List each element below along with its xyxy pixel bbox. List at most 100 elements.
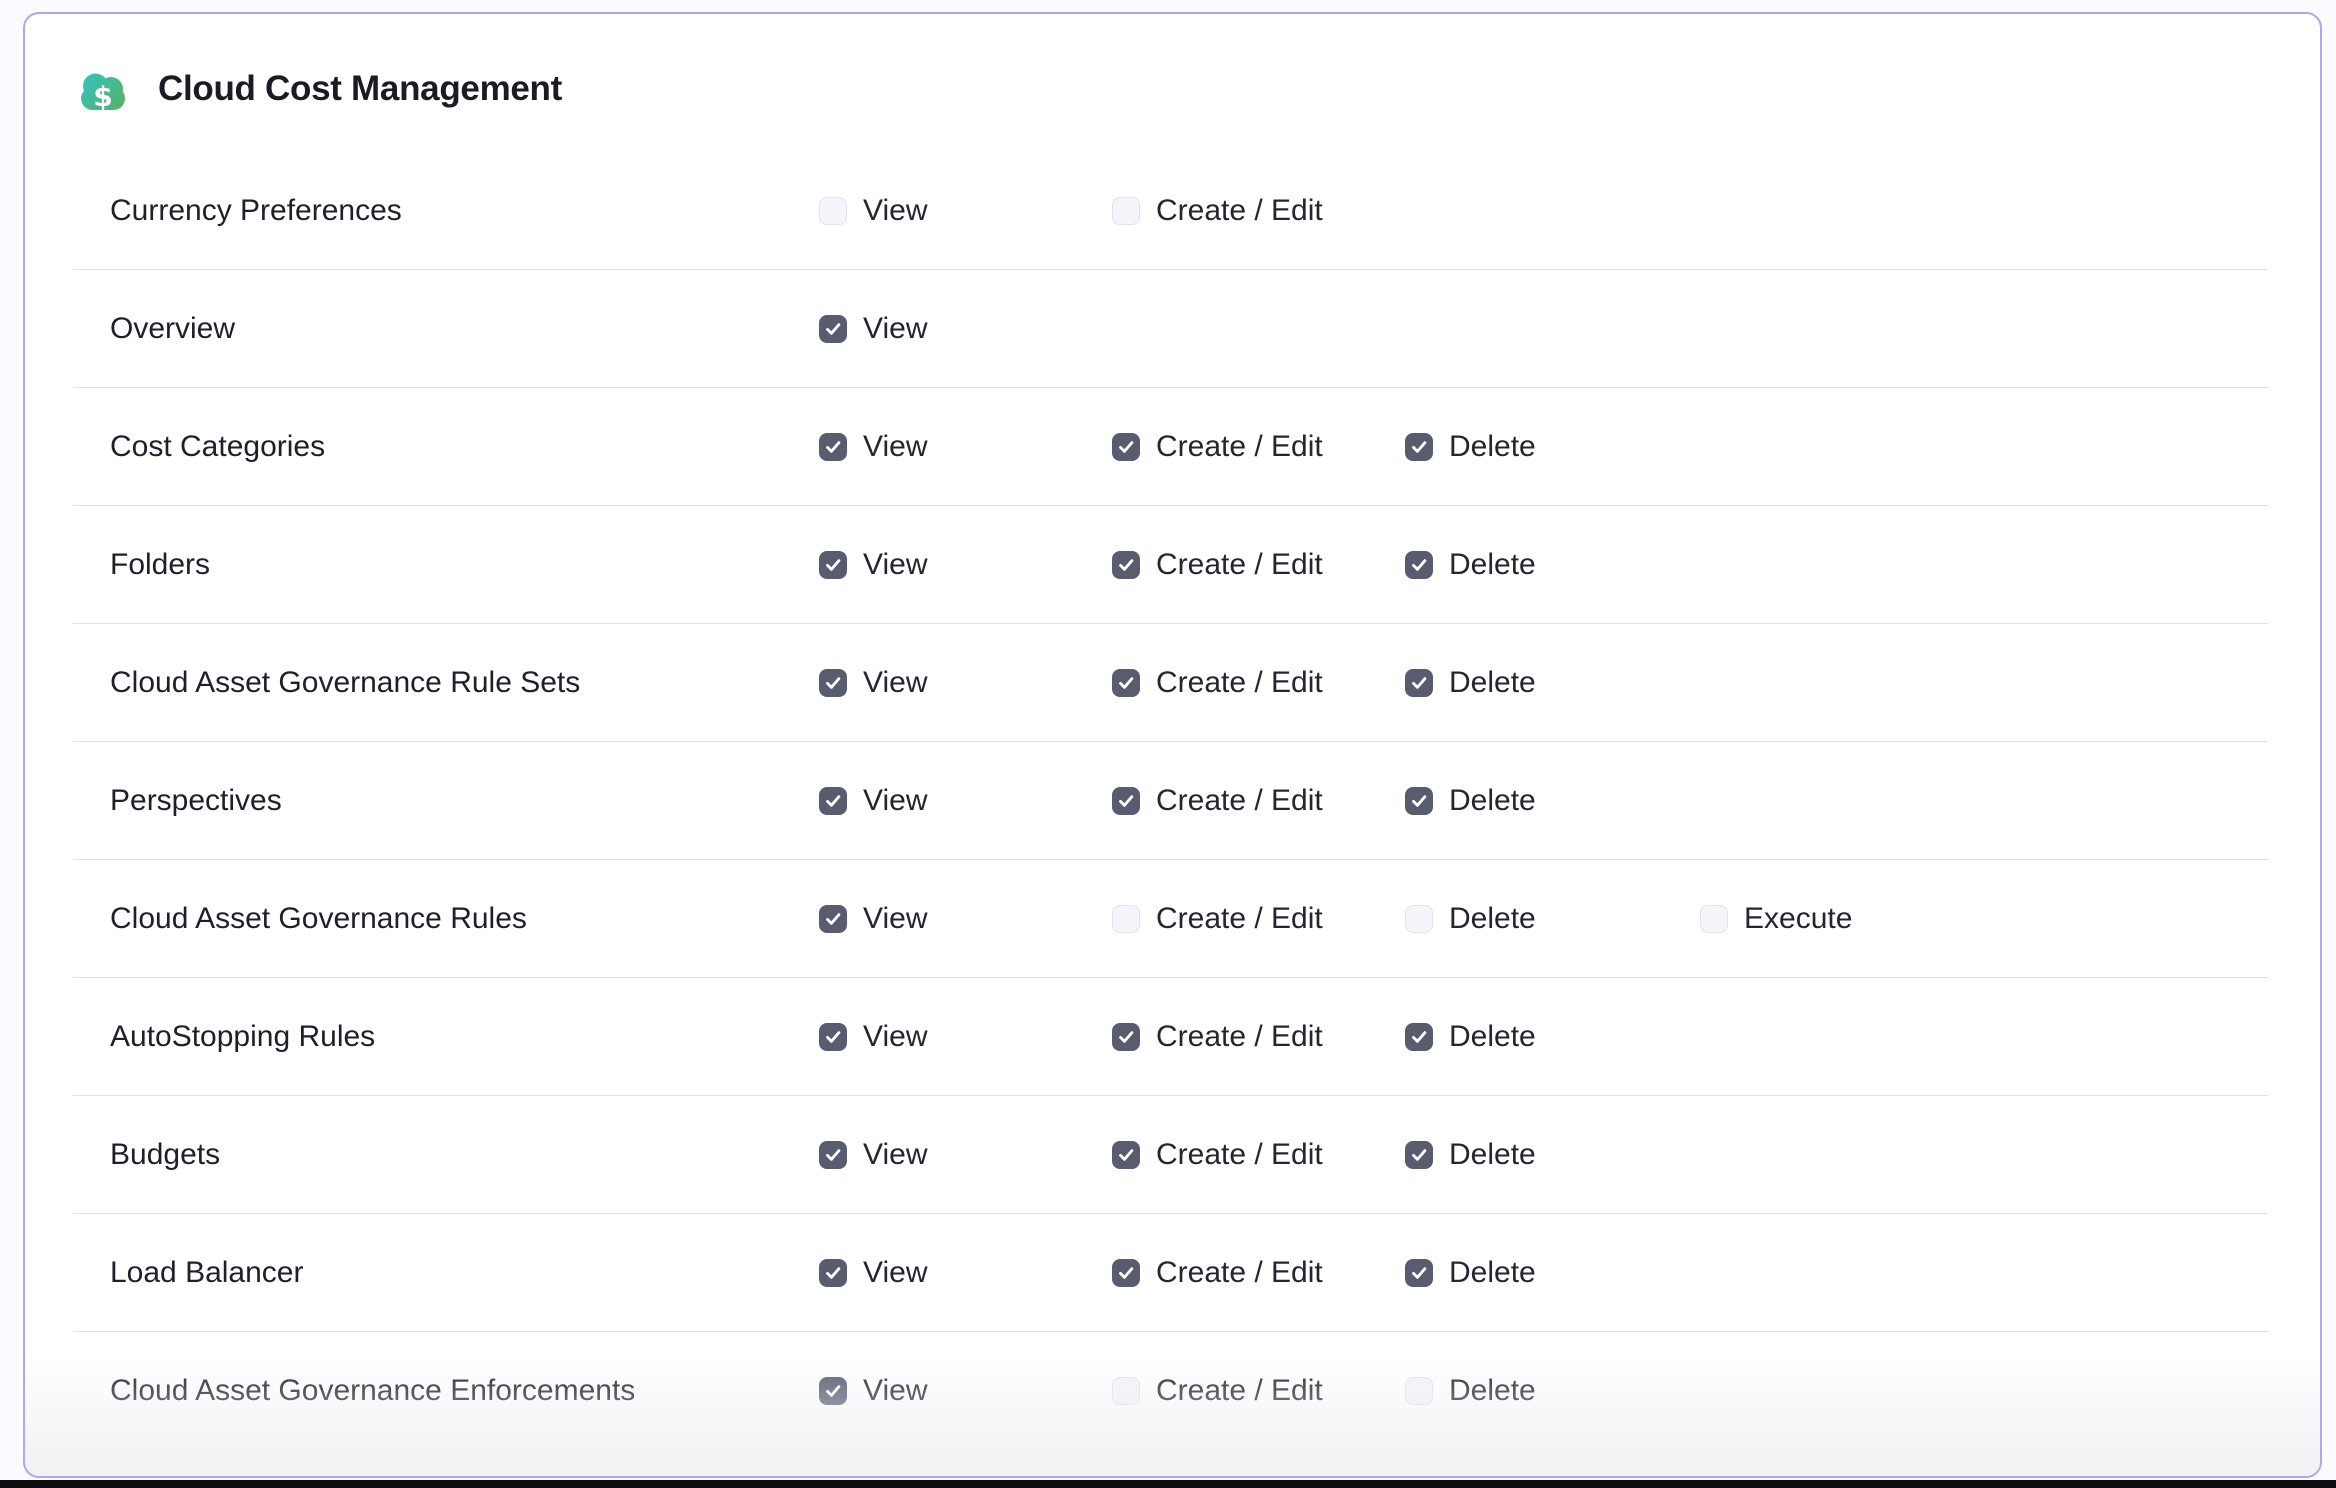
permission-toggle-create-edit[interactable]: Create / Edit: [1112, 1256, 1323, 1290]
checkmark-icon: [1115, 436, 1137, 458]
checkbox[interactable]: [819, 905, 847, 933]
checkbox[interactable]: [819, 433, 847, 461]
checkbox[interactable]: [1405, 551, 1433, 579]
permission-toggle-create-edit[interactable]: Create / Edit: [1112, 430, 1323, 464]
permission-toggle-view[interactable]: View: [819, 1138, 927, 1172]
permission-toggle-delete[interactable]: Delete: [1405, 784, 1536, 818]
checkmark-icon: [822, 908, 844, 930]
checkbox[interactable]: [1405, 433, 1433, 461]
resource-name: Currency Preferences: [110, 194, 402, 228]
checkbox[interactable]: [1112, 905, 1140, 933]
resource-name: Folders: [110, 548, 210, 582]
permission-label: Delete: [1449, 1020, 1536, 1054]
checkmark-icon: [1408, 790, 1430, 812]
checkbox[interactable]: [1405, 669, 1433, 697]
cloud-dollar-icon: $: [76, 66, 130, 112]
checkbox[interactable]: [819, 1141, 847, 1169]
permission-toggle-view[interactable]: View: [819, 1020, 927, 1054]
checkbox[interactable]: [819, 1023, 847, 1051]
permission-row: AutoStopping Rules View Create / Edit De…: [73, 978, 2268, 1096]
screen-bottom-edge: [0, 1480, 2336, 1488]
permission-toggle-delete[interactable]: Delete: [1405, 1020, 1536, 1054]
checkbox[interactable]: [1700, 905, 1728, 933]
checkmark-icon: [822, 1380, 844, 1402]
permission-toggle-delete[interactable]: Delete: [1405, 902, 1536, 936]
permission-toggle-view[interactable]: View: [819, 548, 927, 582]
checkbox[interactable]: [1405, 1377, 1433, 1405]
permission-toggle-view[interactable]: View: [819, 430, 927, 464]
permission-row: Cloud Asset Governance Rules View Create…: [73, 860, 2268, 978]
checkbox[interactable]: [819, 197, 847, 225]
permission-toggle-view[interactable]: View: [819, 1256, 927, 1290]
permission-row: Cloud Asset Governance Rule Sets View Cr…: [73, 624, 2268, 742]
checkbox[interactable]: [1405, 905, 1433, 933]
permission-label: Delete: [1449, 1138, 1536, 1172]
checkbox[interactable]: [819, 315, 847, 343]
permission-toggle-view[interactable]: View: [819, 312, 927, 346]
panel-header: $ Cloud Cost Management: [76, 66, 562, 112]
permission-label: View: [863, 312, 927, 346]
permission-toggle-create-edit[interactable]: Create / Edit: [1112, 194, 1323, 228]
permission-toggle-view[interactable]: View: [819, 194, 927, 228]
permission-toggle-delete[interactable]: Delete: [1405, 430, 1536, 464]
checkbox[interactable]: [819, 669, 847, 697]
permission-toggle-view[interactable]: View: [819, 1374, 927, 1408]
checkbox[interactable]: [1405, 787, 1433, 815]
checkmark-icon: [1115, 790, 1137, 812]
checkbox[interactable]: [1112, 433, 1140, 461]
checkbox[interactable]: [1112, 669, 1140, 697]
permission-toggle-view[interactable]: View: [819, 902, 927, 936]
permission-toggle-create-edit[interactable]: Create / Edit: [1112, 548, 1323, 582]
resource-name: Overview: [110, 312, 235, 346]
permission-label: Delete: [1449, 548, 1536, 582]
permission-toggle-create-edit[interactable]: Create / Edit: [1112, 1374, 1323, 1408]
permission-toggle-create-edit[interactable]: Create / Edit: [1112, 1020, 1323, 1054]
permission-toggle-view[interactable]: View: [819, 784, 927, 818]
checkbox[interactable]: [1405, 1023, 1433, 1051]
permission-toggle-create-edit[interactable]: Create / Edit: [1112, 902, 1323, 936]
checkbox[interactable]: [1112, 197, 1140, 225]
checkbox[interactable]: [1112, 787, 1140, 815]
permission-label: View: [863, 1374, 927, 1408]
permission-label: Create / Edit: [1156, 1374, 1323, 1408]
checkbox[interactable]: [1112, 1259, 1140, 1287]
checkmark-icon: [822, 318, 844, 340]
checkmark-icon: [822, 1144, 844, 1166]
permission-toggle-view[interactable]: View: [819, 666, 927, 700]
resource-name: Cloud Asset Governance Rule Sets: [110, 666, 580, 700]
checkbox[interactable]: [1405, 1141, 1433, 1169]
permission-toggle-create-edit[interactable]: Create / Edit: [1112, 1138, 1323, 1172]
permission-toggle-delete[interactable]: Delete: [1405, 1138, 1536, 1172]
permission-label: Create / Edit: [1156, 430, 1323, 464]
checkmark-icon: [1408, 1262, 1430, 1284]
checkbox[interactable]: [1112, 1141, 1140, 1169]
checkmark-icon: [822, 1026, 844, 1048]
permission-toggle-delete[interactable]: Delete: [1405, 666, 1536, 700]
permission-row: Perspectives View Create / Edit Delete: [73, 742, 2268, 860]
permission-label: View: [863, 784, 927, 818]
permission-label: Delete: [1449, 430, 1536, 464]
resource-name: Budgets: [110, 1138, 220, 1172]
permission-toggle-delete[interactable]: Delete: [1405, 1374, 1536, 1408]
checkbox[interactable]: [819, 1377, 847, 1405]
checkmark-icon: [1408, 672, 1430, 694]
checkbox[interactable]: [819, 787, 847, 815]
checkbox[interactable]: [1112, 1377, 1140, 1405]
permission-label: Delete: [1449, 1374, 1536, 1408]
permission-toggle-execute[interactable]: Execute: [1700, 902, 1852, 936]
checkbox[interactable]: [1405, 1259, 1433, 1287]
permission-toggle-delete[interactable]: Delete: [1405, 1256, 1536, 1290]
resource-name: Cloud Asset Governance Enforcements: [110, 1374, 635, 1408]
permission-toggle-delete[interactable]: Delete: [1405, 548, 1536, 582]
permission-label: View: [863, 194, 927, 228]
checkbox[interactable]: [1112, 551, 1140, 579]
permission-label: Create / Edit: [1156, 784, 1323, 818]
checkmark-icon: [1115, 1026, 1137, 1048]
permission-toggle-create-edit[interactable]: Create / Edit: [1112, 784, 1323, 818]
checkbox[interactable]: [819, 551, 847, 579]
resource-name: Perspectives: [110, 784, 282, 818]
checkbox[interactable]: [819, 1259, 847, 1287]
checkmark-icon: [1408, 554, 1430, 576]
checkbox[interactable]: [1112, 1023, 1140, 1051]
permission-toggle-create-edit[interactable]: Create / Edit: [1112, 666, 1323, 700]
